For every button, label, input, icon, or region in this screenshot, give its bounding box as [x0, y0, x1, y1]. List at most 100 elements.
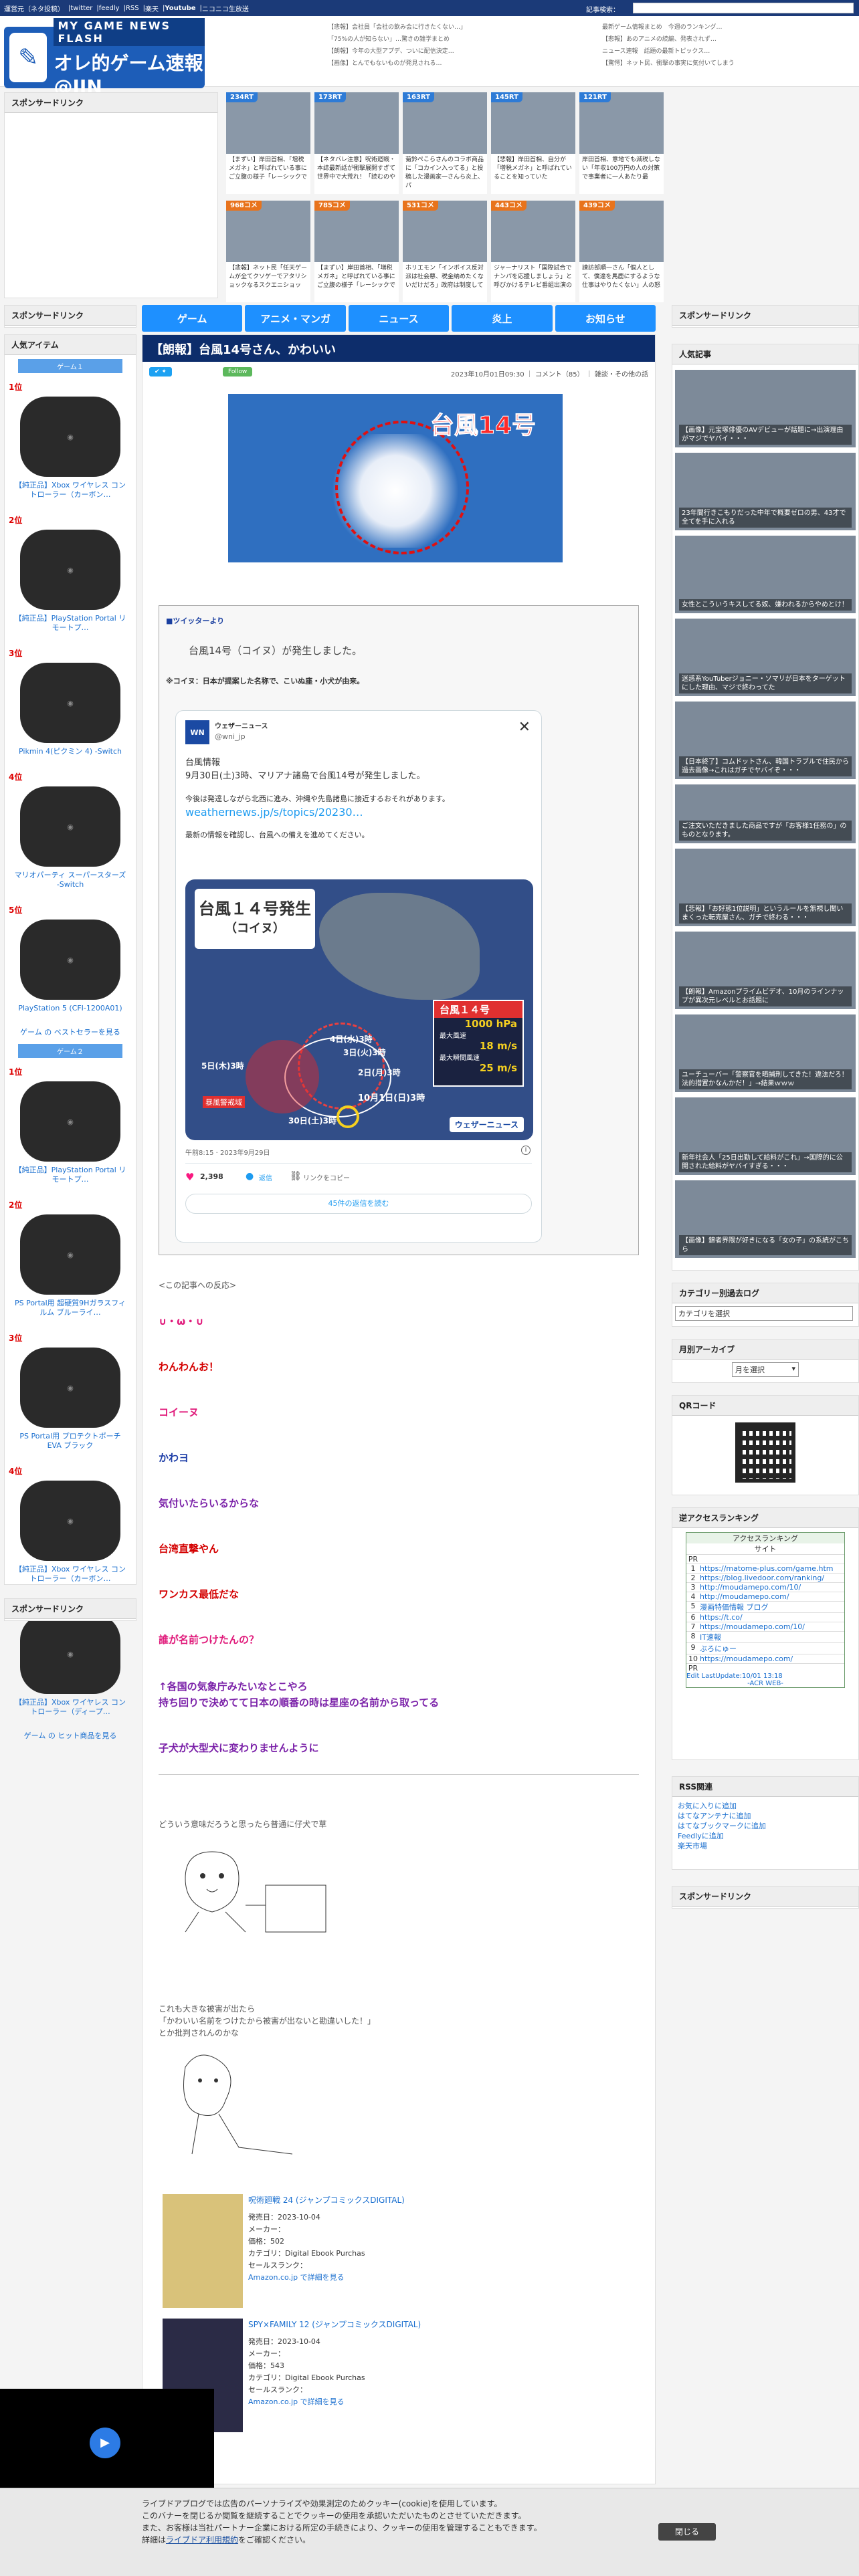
embedded-tweet[interactable]: WN ウェザーニュース @wni_jp ✕ 台風情報 9月30日(土)3時、マリ…	[175, 710, 542, 1243]
product-name[interactable]: マリオパーティ スーパースターズ -Switch	[9, 869, 132, 891]
tab-game2[interactable]: ゲーム２	[18, 1044, 122, 1058]
header-link[interactable]: 【画像】とんでもないものが発見される…	[328, 58, 466, 70]
rank-tile[interactable]: 145RT 【悲報】岸田首相、自分が「増税メガネ」と呼ばれていることを知っていた	[491, 92, 575, 194]
video-player[interactable]: ▶	[0, 2389, 214, 2488]
tab-game1[interactable]: ゲーム１	[18, 359, 122, 373]
rank-tile[interactable]: 173RT 【ネタバレ注意】呪術廻戦・本誌最新話が衝撃展開すぎて世界中で大荒れ！「…	[314, 92, 399, 194]
top-link-3[interactable]: RSS	[126, 5, 139, 12]
tweet-time[interactable]: 午前8:15 · 2023年9月29日	[185, 1147, 270, 1157]
product-item[interactable]: 1位 ◉ 【純正品】Xbox ワイヤレス コントローラー（カーボン…	[5, 377, 136, 510]
product-image[interactable]: ◉	[20, 530, 120, 610]
nav-game[interactable]: ゲーム	[142, 305, 243, 332]
popular-article-thumb[interactable]: 【画像】錦者界隈が好きになる「女の子」の系統がこちら	[675, 1180, 856, 1258]
top-link-4[interactable]: 楽天	[145, 3, 159, 13]
header-link[interactable]: 「75%の人が知らない」…驚きの雑学まとめ	[328, 33, 466, 45]
top-link-5[interactable]: Youtube	[165, 5, 195, 12]
access-site[interactable]: https://moudamepo.com/	[700, 1654, 844, 1663]
copy-link-label[interactable]: リンクをコピー	[303, 1172, 350, 1182]
product-image[interactable]: ◉	[20, 1214, 120, 1295]
access-site[interactable]: https://blog.livedoor.com/ranking/	[700, 1574, 844, 1582]
access-site[interactable]	[700, 1664, 844, 1673]
popular-article-thumb[interactable]: 【朗報】Amazonプライムビデオ、10月のラインナップが異次元レベルとお話題に	[675, 932, 856, 1009]
play-button-icon[interactable]: ▶	[90, 2428, 120, 2458]
bestseller-link[interactable]: ゲーム の ベストセラーを見る	[5, 1024, 136, 1040]
access-site[interactable]: http://moudamepo.com/10/	[700, 1583, 844, 1592]
product-item[interactable]: 4位 ◉ マリオパーティ スーパースターズ -Switch	[5, 767, 136, 900]
search-input[interactable]	[633, 3, 854, 13]
product-item[interactable]: 3位 ◉ PS Portal用 プロテクトポーチEVA ブラック	[5, 1328, 136, 1461]
product-name[interactable]: 【純正品】PlayStation Portal リモートプ…	[9, 613, 132, 634]
top-link-6[interactable]: ニコニコ生放送	[202, 3, 249, 13]
rss-link[interactable]: Feedlyに追加	[678, 1831, 853, 1841]
product-image[interactable]: ◉	[20, 1081, 120, 1162]
access-web[interactable]: -ACR WEB-	[686, 1680, 844, 1687]
product-image[interactable]: ◉	[20, 663, 120, 743]
typhoon-map[interactable]: 台風１４号発生 （コイヌ） 4日(水)3時 3日(火)3時 5日(木)3時 2日…	[185, 879, 533, 1140]
hit-link[interactable]: ゲーム の ヒット商品を見る	[5, 1727, 136, 1743]
popular-article-thumb[interactable]: 迷惑系YouTuberジョニー・ソマリが日本をターゲットにした理由、マジで終わっ…	[675, 619, 856, 696]
access-row[interactable]: PR	[686, 1554, 844, 1564]
access-site[interactable]: https://matome-plus.com/game.htm	[700, 1564, 844, 1573]
product-image[interactable]: ◉	[20, 1481, 120, 1561]
product-item[interactable]: 4位 ◉ 【純正品】Xbox ワイヤレス コントローラー（カーボン…	[5, 1461, 136, 1594]
product-name[interactable]: 【純正品】Xbox ワイヤレス コントローラー（カーボン…	[9, 1564, 132, 1585]
product-item[interactable]: 2位 ◉ PS Portal用 超硬質9Hガラスフィルム ブルーライ…	[5, 1195, 136, 1328]
tweet-share-button[interactable]: ✔ ✦	[149, 367, 172, 377]
product-name[interactable]: Pikmin 4(ピクミン 4) -Switch	[9, 746, 132, 758]
product-name[interactable]: 【純正品】Xbox ワイヤレス コントローラー（ディープ…	[9, 1697, 132, 1718]
rss-link[interactable]: はてなアンテナに追加	[678, 1811, 853, 1821]
rank-tile[interactable]: 443コメ ジャーナリスト「国際試合でナンパを応援しましょう」と呼びかけるテレビ番…	[491, 201, 575, 302]
tweet-link[interactable]: weathernews.jp/s/topics/20230…	[185, 806, 532, 819]
nav-news[interactable]: ニュース	[348, 305, 450, 332]
reply-label[interactable]: 返信	[259, 1172, 272, 1182]
rank-tile[interactable]: 531コメ ホリエモン「インボイス反対派は社会悪、税金納めたくないだけだろ」政府は…	[403, 201, 487, 302]
access-row[interactable]: 6 https://t.co/	[686, 1612, 844, 1622]
rss-link[interactable]: はてなブックマークに追加	[678, 1821, 853, 1831]
access-row[interactable]: PR	[686, 1663, 844, 1673]
rank-tile[interactable]: 785コメ 【まずい】岸田首相、「増税メガネ」と呼ばれている事にご立腹の様子「レー…	[314, 201, 399, 302]
category-select[interactable]: カテゴリを選択	[675, 1306, 853, 1321]
popular-article-thumb[interactable]: 女性とこういうキスしてる奴、嫌われるからやめとけ！	[675, 536, 856, 613]
product-image[interactable]: ◉	[20, 786, 120, 867]
popular-article-thumb[interactable]: ご注文いただきました商品ですが「お客様1任務の」のものとなります。	[675, 784, 856, 843]
product-name[interactable]: PS Portal用 超硬質9Hガラスフィルム ブルーライ…	[9, 1297, 132, 1319]
cookie-close-button[interactable]: 閉じる	[658, 2523, 716, 2541]
top-link-2[interactable]: feedly	[99, 5, 120, 12]
popular-article-thumb[interactable]: 23年間行きこもりだった中年で概要ゼロの男、43才で全てを手に入れる	[675, 453, 856, 530]
access-site[interactable]	[700, 1555, 844, 1564]
rank-tile[interactable]: 121RT 岸田首相、意地でも減税しない「年収100万円の人の対策で事業者に一人あ…	[579, 92, 664, 194]
book-title[interactable]: SPY×FAMILY 12 (ジャンプコミックスDIGITAL)	[248, 2319, 421, 2330]
header-link[interactable]: 【悲報】あのアニメの続編、発表されず…	[602, 33, 735, 45]
header-link[interactable]: 【驚愕】ネット民、衝撃の事実に気付いてしまう	[602, 58, 735, 70]
product-name[interactable]: 【純正品】Xbox ワイヤレス コントローラー（カーボン…	[9, 479, 132, 501]
rank-tile[interactable]: 968コメ 【悲報】ネット民「任天ゲームが全てクソゲーでアタリショックなるスクエニ…	[226, 201, 310, 302]
popular-article-thumb[interactable]: 【日本終了】コムドットさん、韓国トラブルで住民から過去画像→これはガチでヤバイぞ…	[675, 702, 856, 779]
nav-notice[interactable]: お知らせ	[555, 305, 656, 332]
access-row[interactable]: 10 https://moudamepo.com/	[686, 1654, 844, 1663]
book-link[interactable]: Amazon.co.jp で詳細を見る	[248, 2396, 365, 2408]
access-row[interactable]: 8 IT速報	[686, 1631, 844, 1642]
product-image[interactable]: ◉	[20, 397, 120, 477]
product-item[interactable]: 1位 ◉ 【純正品】PlayStation Portal リモートプ…	[5, 1062, 136, 1195]
header-link[interactable]: ニュース速報 話題の最新トピックス…	[602, 45, 735, 58]
access-row[interactable]: 3 http://moudamepo.com/10/	[686, 1582, 844, 1592]
book-title[interactable]: 呪術廻戦 24 (ジャンプコミックスDIGITAL)	[248, 2194, 405, 2206]
top-link-0[interactable]: 運営元（ネタ投稿）	[4, 3, 64, 13]
access-site[interactable]: IT速報	[700, 1632, 844, 1642]
top-link-1[interactable]: twitter	[70, 5, 92, 12]
popular-article-thumb[interactable]: ユーチューバー「警察官を晒捕刑してきた！違法だろ！法的措置かなんかだ！」→結果ｗ…	[675, 1014, 856, 1092]
terms-link[interactable]: ライブドア利用規約	[166, 2535, 238, 2545]
site-logo[interactable]: ✎ MY GAME NEWS FLASH オレ的ゲーム速報@JIN	[4, 17, 205, 98]
product-item[interactable]: 5位 ◉ PlayStation 5 (CFI-1200A01)	[5, 900, 136, 1024]
access-site[interactable]: https://t.co/	[700, 1613, 844, 1622]
reply-icon[interactable]: ●	[246, 1171, 254, 1182]
rss-link[interactable]: お気に入りに追加	[678, 1801, 853, 1811]
product-name[interactable]: PS Portal用 プロテクトポーチEVA ブラック	[9, 1430, 132, 1452]
popular-article-thumb[interactable]: 【画像】元宝塚俳優のAVデビューが話題に→出演理由がマジでヤバイ・・・	[675, 370, 856, 447]
access-site[interactable]: 漫画特価情報 ブログ	[700, 1602, 844, 1612]
book-link[interactable]: Amazon.co.jp で詳細を見る	[248, 2272, 365, 2284]
access-row[interactable]: 4 http://moudamepo.com/	[686, 1592, 844, 1601]
access-row[interactable]: 7 https://moudamepo.com/10/	[686, 1622, 844, 1631]
access-row[interactable]: 5 漫画特価情報 ブログ	[686, 1601, 844, 1612]
product-name[interactable]: 【純正品】PlayStation Portal リモートプ…	[9, 1164, 132, 1186]
